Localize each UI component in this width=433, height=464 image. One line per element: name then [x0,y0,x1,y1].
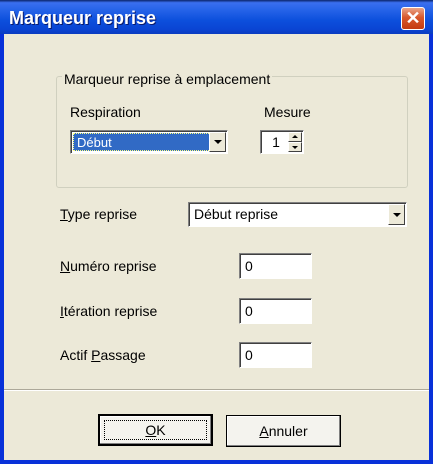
chevron-down-icon [213,140,222,144]
group-title: Marqueur reprise à emplacement [62,71,273,87]
close-button[interactable]: ✕ [401,7,425,30]
numero-reprise-label-mnemonic: N [60,258,71,274]
iteration-reprise-value: 0 [245,303,253,319]
type-reprise-dropdown[interactable]: Début reprise [188,202,407,227]
mesure-increment-button[interactable] [288,132,302,142]
respiration-dropdown-button[interactable] [209,132,226,152]
type-reprise-label-text: ype reprise [67,206,138,222]
cancel-button-mnemonic: A [259,423,269,439]
chevron-down-icon [392,212,401,217]
numero-reprise-label-text: uméro reprise [70,258,157,274]
title-bar[interactable]: Marqueur reprise ✕ [0,0,433,34]
iteration-reprise-input[interactable]: 0 [239,298,312,324]
mesure-value: 1 [272,134,280,150]
numero-reprise-label: Numéro reprise [60,258,157,274]
type-reprise-label-mnemonic: T [60,206,68,222]
spin-down-icon [292,146,298,149]
type-reprise-label: Type reprise [60,206,137,222]
respiration-label: Respiration [70,104,141,120]
actif-passage-value: 0 [245,347,253,363]
focus-rect [104,420,207,440]
close-icon: ✕ [405,8,421,28]
separator [4,389,429,391]
mesure-spin-buttons [288,132,302,152]
window-bottom-border [4,460,429,464]
type-reprise-value: Début reprise [194,206,279,222]
mesure-stepper[interactable]: 1 [260,130,304,154]
numero-reprise-value: 0 [245,258,253,274]
dialog-body: Marqueur reprise à emplacement Respirati… [4,34,429,460]
actif-passage-input[interactable]: 0 [239,342,312,368]
respiration-value: Début [73,133,225,151]
cancel-button[interactable]: Annuler [226,415,341,447]
dialog-window: Marqueur reprise ✕ Marqueur reprise à em… [0,0,433,464]
type-reprise-dropdown-button[interactable] [388,204,405,225]
respiration-dropdown[interactable]: Début [70,130,228,154]
ok-button[interactable]: OK [98,414,213,446]
spin-up-icon [292,135,298,138]
mesure-decrement-button[interactable] [288,142,302,152]
numero-reprise-input[interactable]: 0 [239,253,312,279]
cancel-button-label: nnuler [268,423,308,439]
mesure-label: Mesure [264,104,311,120]
iteration-reprise-label-text: tération reprise [63,303,158,319]
actif-passage-label-start: Actif [60,347,92,363]
iteration-reprise-label: Itération reprise [60,303,157,319]
window-title: Marqueur reprise [9,8,157,28]
actif-passage-label-text: assage [100,347,146,363]
actif-passage-label: Actif Passage [60,347,146,363]
